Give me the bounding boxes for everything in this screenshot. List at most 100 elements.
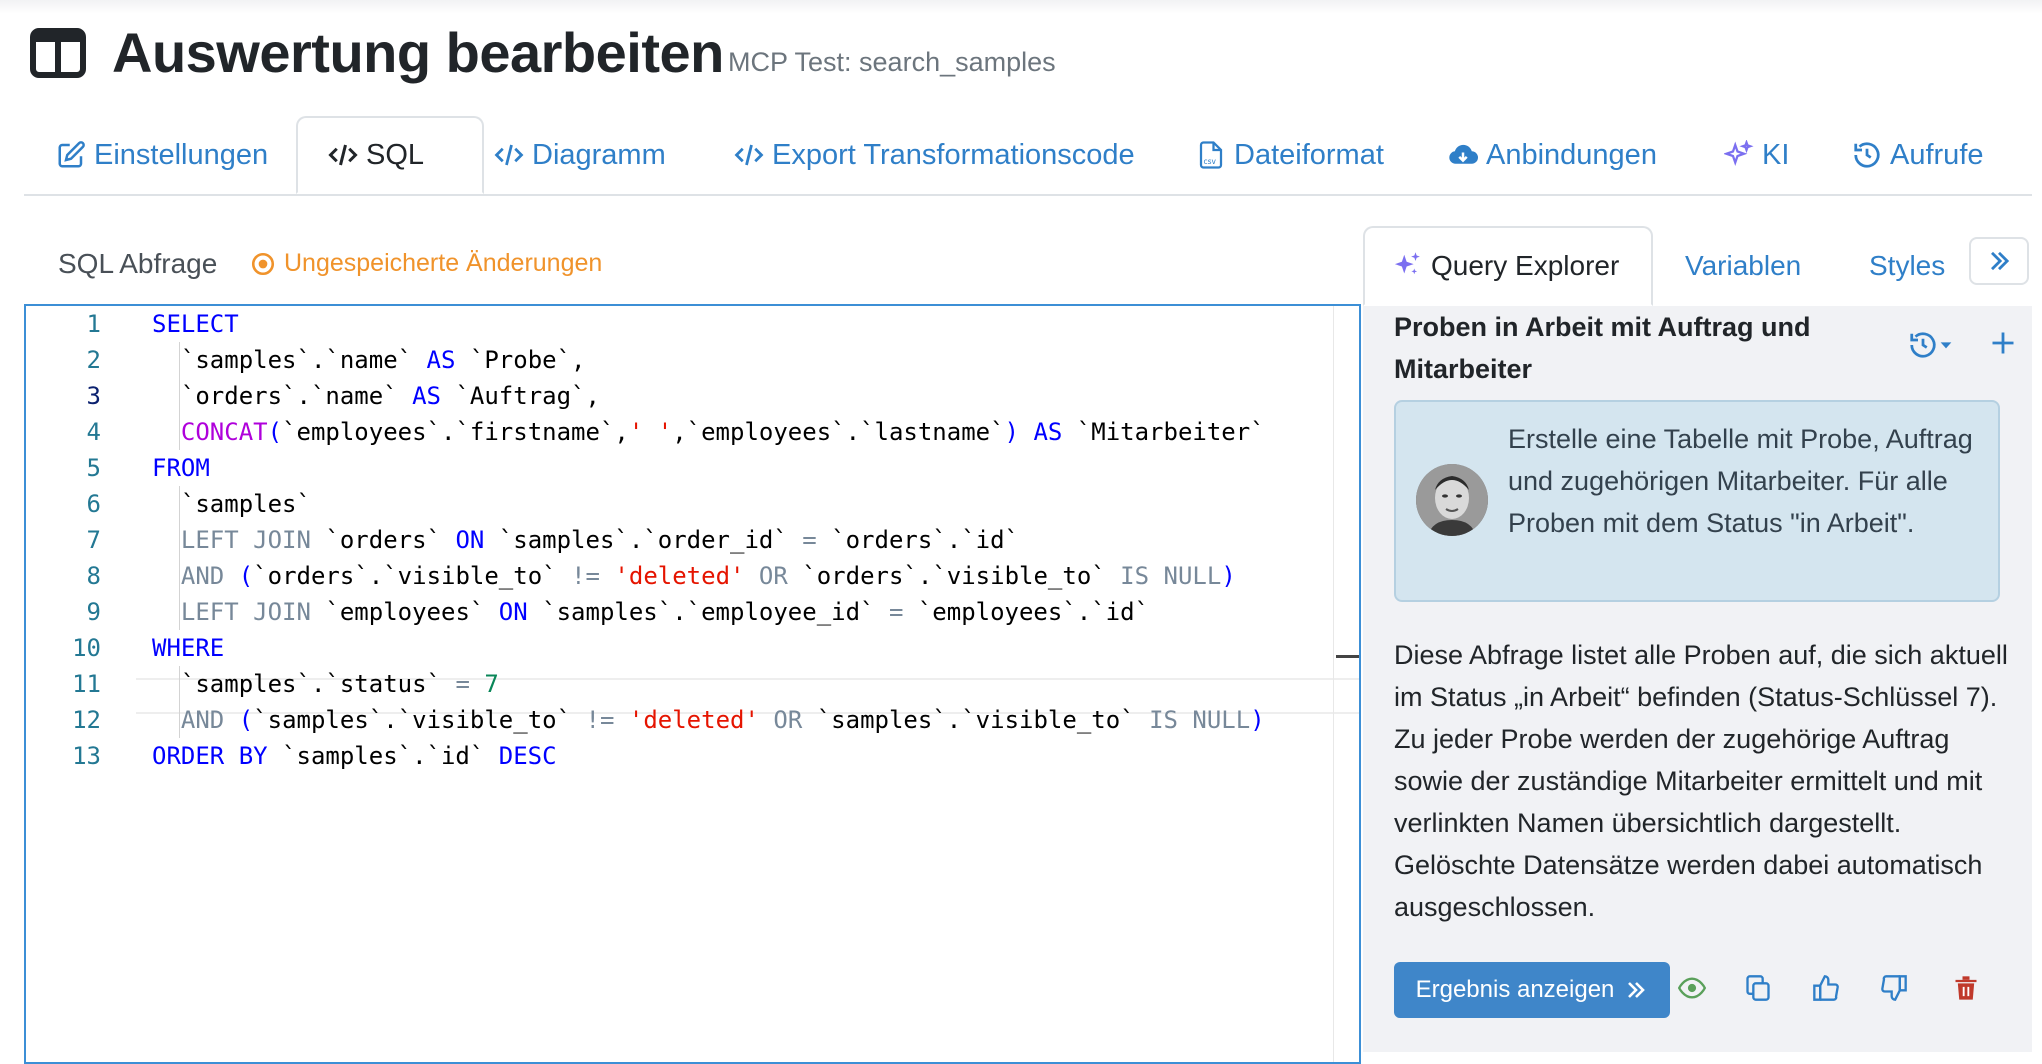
- tab-ki[interactable]: KI: [1724, 116, 1789, 194]
- line-number: 12: [72, 706, 101, 734]
- code-token: 7: [484, 670, 499, 698]
- code-token: IS NULL: [1149, 706, 1251, 734]
- code-token: `employees`.`id`: [903, 598, 1150, 626]
- collapse-panel-button[interactable]: [1969, 237, 2029, 285]
- history-icon: [1910, 332, 1936, 358]
- code-token: SELECT: [152, 310, 239, 338]
- unsaved-changes-indicator: Ungespeicherte Änderungen: [250, 249, 602, 278]
- plus-icon: [1992, 332, 2014, 354]
- code-token: ON: [498, 598, 528, 626]
- code-line: `samples`.`name` AS `Probe`,: [152, 342, 586, 378]
- tab-variablen[interactable]: Variablen: [1685, 226, 1801, 306]
- code-token: AND: [180, 706, 225, 734]
- chevrons-right-icon: [1991, 251, 2010, 271]
- line-number: 5: [86, 454, 101, 482]
- code-line: `orders`.`name` AS `Auftrag`,: [152, 378, 600, 414]
- tab-label: Dateiformat: [1234, 138, 1384, 171]
- delete-button[interactable]: [1948, 970, 1984, 1006]
- line-number: 7: [86, 526, 101, 554]
- code-token: `Auftrag`,: [441, 382, 600, 410]
- thumbs-up-icon: [1813, 975, 1839, 1001]
- page-title: Auswertung bearbeiten: [112, 21, 724, 84]
- code-token: (: [238, 706, 254, 734]
- tab-label: KI: [1762, 138, 1790, 171]
- code-token: `samples`.`visible_to`: [253, 706, 586, 734]
- code-token: ): [1250, 706, 1265, 734]
- line-number: 8: [86, 562, 101, 590]
- line-number: 3: [86, 382, 101, 410]
- copy-button[interactable]: [1740, 970, 1776, 1006]
- tab-label: Diagramm: [532, 138, 666, 171]
- code-line: WHERE: [152, 630, 224, 666]
- show-result-button[interactable]: Ergebnis anzeigen: [1394, 962, 1670, 1018]
- tab-aufrufe[interactable]: Aufrufe: [1852, 116, 1984, 194]
- tab-styles[interactable]: Styles: [1869, 226, 1945, 306]
- code-line: `samples`: [152, 486, 311, 522]
- cloud-download-icon: [1449, 144, 1478, 164]
- tab-diagramm[interactable]: Diagramm: [494, 116, 666, 194]
- tab-sql[interactable]: SQL: [296, 116, 484, 194]
- code-token: ORDER BY: [152, 742, 268, 770]
- code-token: `samples`.`order_id`: [484, 526, 803, 554]
- line-number: 9: [86, 598, 101, 626]
- code-token: AS: [412, 382, 441, 410]
- avatar: [1416, 464, 1488, 536]
- code-token: `samples`.`employee_id`: [527, 598, 889, 626]
- prompt-text: Erstelle eine Tabelle mit Probe, Auftrag…: [1508, 424, 1973, 538]
- code-token: !=: [585, 706, 615, 734]
- code-token: ): [1221, 562, 1236, 590]
- code-token: `samples`.`visible_to`: [802, 706, 1150, 734]
- code-line: AND (`orders`.`visible_to` != 'deleted' …: [152, 558, 1236, 594]
- trash-icon: [1955, 976, 1977, 1000]
- query-title: Proben in Arbeit mit Auftrag und Mitarbe…: [1394, 312, 1811, 384]
- view-button[interactable]: [1674, 970, 1710, 1006]
- sql-editor-label: SQL Abfrage: [58, 248, 218, 279]
- tab-label: Variablen: [1685, 250, 1802, 281]
- columns-icon: [30, 28, 86, 78]
- tab-query-explorer[interactable]: Query Explorer: [1363, 226, 1653, 306]
- line-number-gutter: 1 2 3 4 5 6 7 8 9 10 11 12 13: [26, 306, 136, 1062]
- code-token: `Probe`,: [455, 346, 586, 374]
- history-dropdown-button[interactable]: [1908, 328, 1960, 362]
- code-token: =: [802, 526, 817, 554]
- code-token: OR: [773, 706, 803, 734]
- code-token: (: [267, 418, 283, 446]
- tab-einstellungen[interactable]: Einstellungen: [56, 116, 268, 194]
- tab-label: Einstellungen: [94, 138, 269, 171]
- code-token: CONCAT: [180, 418, 268, 446]
- thumbs-up-button[interactable]: [1808, 970, 1844, 1006]
- add-query-button[interactable]: [1986, 326, 2020, 360]
- tab-label: Anbindungen: [1486, 138, 1657, 171]
- code-token: `orders`.`id`: [816, 526, 1019, 554]
- query-description: Diese Abfrage listet alle Proben auf, di…: [1394, 640, 2008, 922]
- code-token: OR: [758, 562, 788, 590]
- tab-anbindungen[interactable]: Anbindungen: [1448, 116, 1657, 194]
- line-number: 2: [86, 346, 101, 374]
- code-line: CONCAT(`employees`.`firstname`,' ',`empl…: [152, 414, 1265, 450]
- code-token: `employees`: [310, 598, 499, 626]
- line-number: 4: [86, 418, 101, 446]
- right-panel-tabs: Query Explorer Variablen Styles: [1363, 226, 2032, 308]
- code-token: ON: [455, 526, 485, 554]
- code-token: LEFT JOIN: [180, 526, 311, 554]
- code-token: `orders`.`name`: [152, 382, 413, 410]
- thumbs-down-button[interactable]: [1876, 970, 1912, 1006]
- code-token: 'deleted': [614, 562, 745, 590]
- code-token: (: [238, 562, 254, 590]
- code-token: AND: [180, 562, 225, 590]
- tab-export-transformationscode[interactable]: Export Transformationscode: [734, 116, 1135, 194]
- code-token: 'deleted': [628, 706, 759, 734]
- tab-dateiformat[interactable]: csv Dateiformat: [1196, 116, 1384, 194]
- code-token: =: [888, 598, 904, 626]
- code-line: ORDER BY `samples`.`id` DESC: [152, 738, 557, 774]
- window-top-shade: [0, 0, 2042, 14]
- sql-code-editor[interactable]: 1 2 3 4 5 6 7 8 9 10 11 12 13 SELECT `sa…: [24, 304, 1361, 1064]
- eye-icon: [1678, 977, 1706, 999]
- user-prompt-box: Erstelle eine Tabelle mit Probe, Auftrag…: [1394, 400, 2000, 602]
